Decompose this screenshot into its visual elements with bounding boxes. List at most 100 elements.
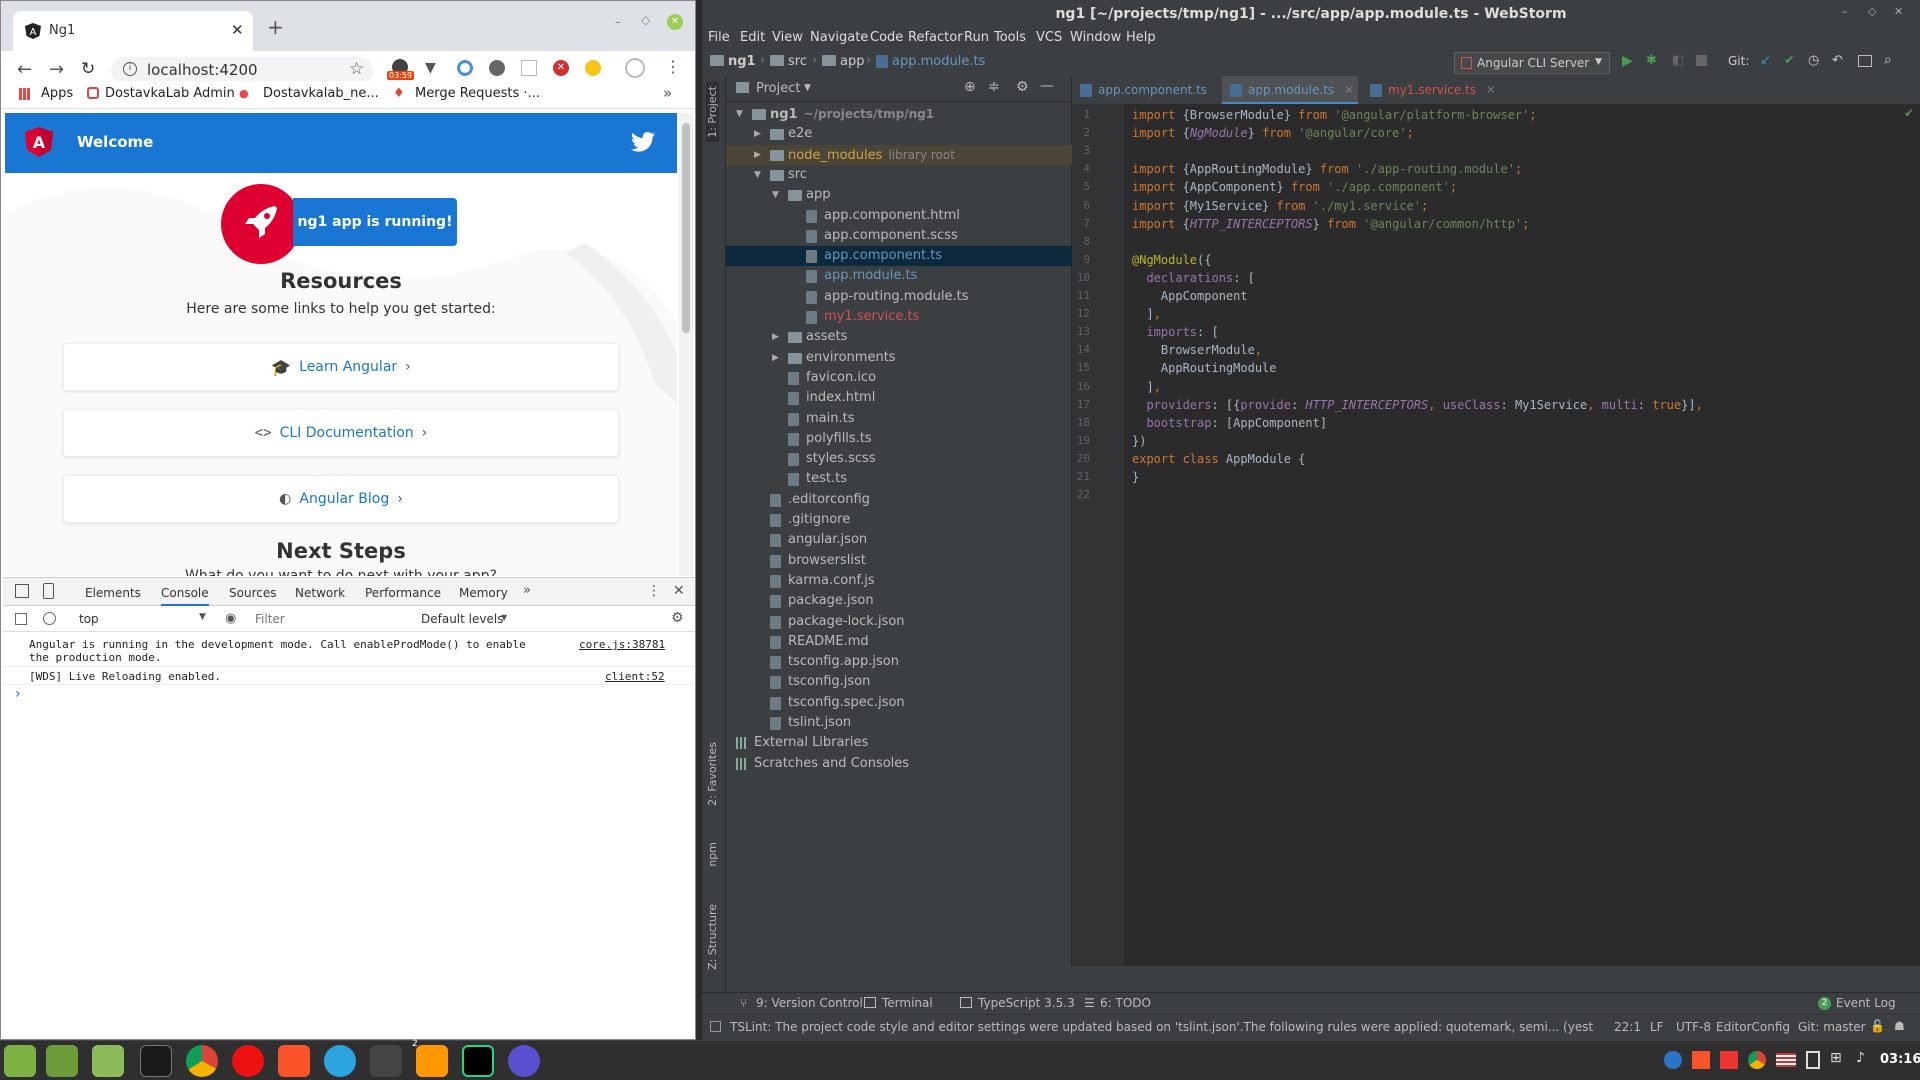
card-cli-docs[interactable]: <> CLI Documentation ›	[63, 409, 619, 457]
tree-item[interactable]: ▶ environments	[726, 348, 1072, 368]
menu-vcs[interactable]: VCS	[1036, 30, 1062, 45]
collapse-arrow-icon[interactable]: ▼	[736, 104, 743, 124]
git-branch[interactable]: Git: master	[1798, 1020, 1866, 1034]
tray-brave-icon[interactable]	[1692, 1051, 1710, 1069]
bookmark-dostavkalab-ne[interactable]: Dostavkalab_ne...	[263, 86, 379, 101]
tree-item[interactable]: favicon.ico	[726, 368, 1072, 388]
tray-chrome-icon[interactable]	[1748, 1051, 1766, 1069]
webstorm-app-icon[interactable]	[462, 1045, 494, 1077]
ide-restore-icon[interactable]: ◇	[1868, 5, 1876, 18]
tree-item[interactable]: index.html	[726, 388, 1072, 408]
tool-project[interactable]: 1: Project	[706, 82, 719, 142]
tool-event-log[interactable]: Event Log	[1836, 996, 1896, 1010]
bookmarks-overflow-icon[interactable]: »	[663, 84, 672, 102]
tab-close-icon[interactable]: ✕	[1486, 83, 1496, 97]
tray-shield-icon[interactable]	[1720, 1051, 1738, 1069]
tree-item[interactable]: .editorconfig	[726, 490, 1072, 510]
live-expression-eye-icon[interactable]: ◉	[225, 611, 236, 626]
sublime-app-icon[interactable]: 2	[412, 1039, 448, 1077]
panel-settings-icon[interactable]: ⚙	[1016, 79, 1029, 95]
more-tabs-icon[interactable]: »	[523, 583, 531, 598]
tab-close-icon[interactable]: ✕	[1344, 83, 1354, 97]
forward-icon[interactable]: →	[49, 59, 64, 80]
console-source-link[interactable]: client:52	[605, 670, 665, 683]
breadcrumb-ng1[interactable]: ng1	[728, 54, 756, 69]
files-icon[interactable]	[92, 1045, 124, 1077]
reload-icon[interactable]: ↻	[81, 59, 95, 79]
window-restore-icon[interactable]: ◇	[641, 13, 650, 27]
console-settings-icon[interactable]: ⚙	[671, 610, 684, 626]
project-view-select[interactable]: Project	[756, 81, 800, 96]
run-icon[interactable]: ▶	[1622, 53, 1633, 69]
status-message[interactable]: TSLint: The project code style and edito…	[730, 1020, 1594, 1034]
devtools-tab-elements[interactable]: Elements	[85, 586, 141, 600]
caret-position[interactable]: 22:1	[1614, 1020, 1641, 1034]
menu-file[interactable]: File	[708, 30, 730, 45]
git-history-icon[interactable]: ◷	[1808, 53, 1819, 68]
menu-edit[interactable]: Edit	[740, 30, 765, 45]
expand-arrow-icon[interactable]: ▶	[772, 348, 779, 368]
extension-block-icon[interactable]: ✕	[553, 60, 569, 76]
ide-minimize-icon[interactable]: –	[1842, 5, 1848, 18]
tree-item[interactable]: ▶ assets	[726, 327, 1072, 347]
log-levels-select[interactable]: Default levels	[421, 612, 503, 626]
clear-console-icon[interactable]	[43, 612, 56, 625]
collapse-arrow-icon[interactable]: ▼	[754, 165, 761, 185]
clock[interactable]: 03:16	[1880, 1052, 1920, 1067]
menu-window[interactable]: Window	[1070, 30, 1121, 45]
brave-app-icon[interactable]	[278, 1045, 310, 1077]
tree-item[interactable]: main.ts	[726, 409, 1072, 429]
menu-view[interactable]: View	[772, 30, 803, 45]
info-icon[interactable]: i	[123, 62, 137, 76]
devtools-tab-sources[interactable]: Sources	[229, 586, 276, 600]
back-icon[interactable]: ←	[17, 59, 32, 80]
new-tab-icon[interactable]: +	[267, 15, 284, 39]
console-filter-input[interactable]	[255, 609, 415, 629]
tree-item[interactable]: External Libraries	[726, 733, 1072, 753]
tree-item[interactable]: polyfills.ts	[726, 429, 1072, 449]
tree-item[interactable]: .gitignore	[726, 510, 1072, 530]
hide-panel-icon[interactable]: —	[1040, 78, 1054, 94]
breadcrumb-src[interactable]: src	[788, 54, 807, 69]
tab-close-icon[interactable]: ✕	[231, 21, 244, 39]
chrome-app-icon[interactable]	[186, 1045, 218, 1077]
search-everywhere-icon[interactable]: ⌕	[1884, 52, 1892, 68]
debug-icon[interactable]: ✱	[1646, 53, 1657, 68]
tool-structure[interactable]: Z: Structure	[706, 904, 719, 970]
extension-chat-icon[interactable]	[489, 60, 505, 76]
tree-item[interactable]: ▼ src	[726, 165, 1072, 185]
vue-devtools-icon[interactable]: ▼	[425, 60, 436, 76]
breadcrumb-file[interactable]: app.module.ts	[892, 54, 985, 69]
git-commit-icon[interactable]: ✔	[1784, 53, 1795, 68]
extension-grid-icon[interactable]	[521, 60, 537, 76]
collapse-arrow-icon[interactable]: ▼	[772, 185, 779, 205]
git-rollback-icon[interactable]: ↶	[1832, 53, 1843, 68]
editor-tab[interactable]: app.component.ts ✕	[1072, 76, 1222, 125]
keyboard-layout-flag-icon[interactable]	[1776, 1053, 1796, 1067]
devtools-tab-console[interactable]: Console	[161, 586, 209, 606]
tray-update-icon[interactable]	[1664, 1051, 1682, 1069]
tree-item[interactable]: tsconfig.app.json	[726, 652, 1072, 672]
tree-item[interactable]: package-lock.json	[726, 612, 1072, 632]
tool-typescript[interactable]: TypeScript 3.5.3	[978, 996, 1075, 1010]
extension-face-icon[interactable]	[585, 60, 601, 76]
scrollbar-thumb[interactable]	[682, 123, 690, 333]
console-prompt[interactable]: ›	[15, 686, 21, 702]
mint-menu-icon[interactable]	[4, 1045, 36, 1077]
bookmark-dostavka-admin[interactable]: DostavkaLab Admin	[105, 86, 235, 101]
locate-file-icon[interactable]: ⊕	[964, 79, 976, 95]
tool-favorites[interactable]: 2: Favorites	[706, 742, 719, 806]
media-player-app-icon[interactable]	[508, 1045, 540, 1077]
stop-icon[interactable]	[1696, 55, 1707, 66]
tray-clipboard-icon[interactable]	[1806, 1051, 1820, 1069]
tree-item[interactable]: ▶ e2e	[726, 124, 1072, 144]
sidebar-toggle-icon[interactable]	[15, 613, 27, 625]
twitter-icon[interactable]	[631, 132, 655, 152]
bookmark-star-icon[interactable]: ☆	[349, 59, 364, 79]
menu-code[interactable]: Code	[870, 30, 903, 45]
expand-arrow-icon[interactable]: ▶	[754, 124, 761, 144]
tree-item[interactable]: ▶ node_modules library root	[726, 144, 1072, 165]
tree-item[interactable]: styles.scss	[726, 449, 1072, 469]
telegram-app-icon[interactable]	[324, 1045, 356, 1077]
window-minimize-icon[interactable]: –	[615, 15, 621, 29]
